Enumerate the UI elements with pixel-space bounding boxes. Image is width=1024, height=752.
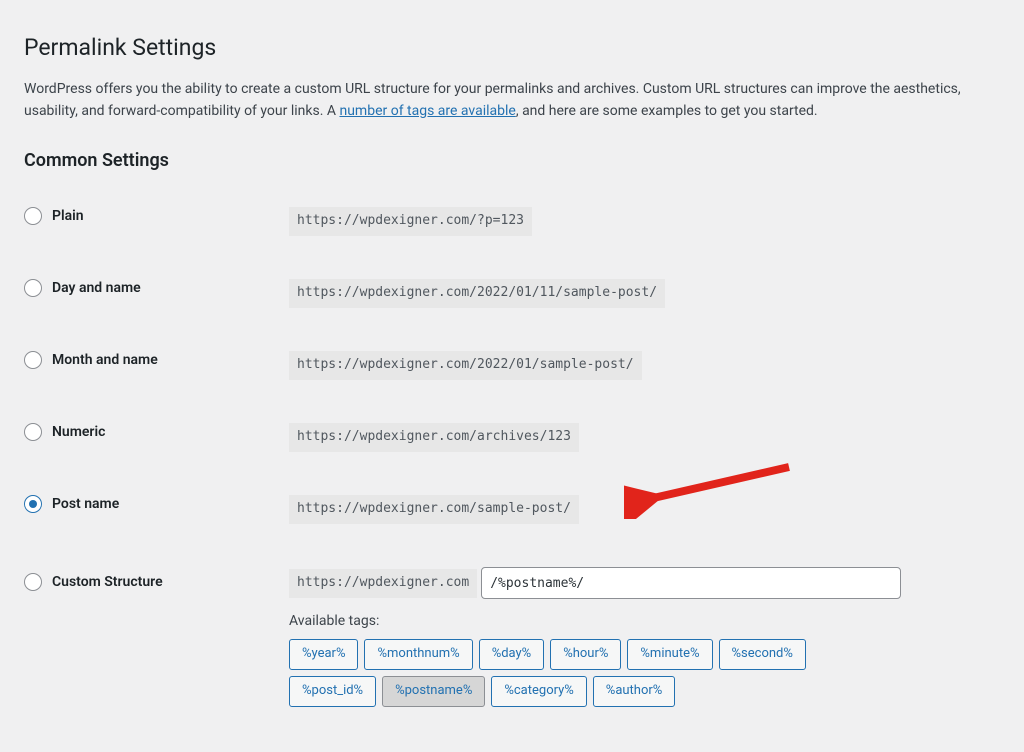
radio-custom[interactable]	[24, 573, 42, 591]
label-plain[interactable]: Plain	[52, 208, 84, 224]
custom-url-prefix: https://wpdexigner.com	[289, 569, 477, 598]
option-row-plain: Plain https://wpdexigner.com/?p=123	[24, 189, 1000, 261]
option-row-dayname: Day and name https://wpdexigner.com/2022…	[24, 261, 1000, 333]
label-dayname[interactable]: Day and name	[52, 280, 141, 296]
custom-structure-input[interactable]	[481, 567, 901, 599]
option-row-numeric: Numeric https://wpdexigner.com/archives/…	[24, 405, 1000, 477]
tag-button-year[interactable]: %year%	[289, 639, 358, 670]
tag-button-post_id[interactable]: %post_id%	[289, 676, 376, 707]
tag-button-hour[interactable]: %hour%	[550, 639, 621, 670]
label-postname[interactable]: Post name	[52, 496, 119, 512]
intro-text-after: , and here are some examples to get you …	[516, 103, 818, 119]
label-numeric[interactable]: Numeric	[52, 424, 105, 440]
radio-postname[interactable]	[24, 495, 42, 513]
common-settings-heading: Common Settings	[24, 150, 1000, 171]
tag-button-author[interactable]: %author%	[593, 676, 676, 707]
radio-numeric[interactable]	[24, 423, 42, 441]
radio-month[interactable]	[24, 351, 42, 369]
url-numeric: https://wpdexigner.com/archives/123	[289, 423, 579, 452]
label-month[interactable]: Month and name	[52, 352, 158, 368]
url-month: https://wpdexigner.com/2022/01/sample-po…	[289, 351, 642, 380]
url-plain: https://wpdexigner.com/?p=123	[289, 207, 532, 236]
tag-button-minute[interactable]: %minute%	[627, 639, 712, 670]
tag-button-monthnum[interactable]: %monthnum%	[364, 639, 472, 670]
tags-available-link[interactable]: number of tags are available	[339, 103, 515, 119]
label-custom[interactable]: Custom Structure	[52, 574, 163, 590]
option-row-postname: Post name https://wpdexigner.com/sample-…	[24, 477, 1000, 549]
radio-plain[interactable]	[24, 207, 42, 225]
tag-button-day[interactable]: %day%	[479, 639, 545, 670]
tag-button-second[interactable]: %second%	[719, 639, 806, 670]
tag-button-postname[interactable]: %postname%	[382, 676, 485, 707]
radio-dayname[interactable]	[24, 279, 42, 297]
tags-row-1: %year%%monthnum%%day%%hour%%minute%%seco…	[289, 639, 1000, 670]
option-row-custom: Custom Structure https://wpdexigner.com …	[24, 549, 1000, 731]
url-postname: https://wpdexigner.com/sample-post/	[289, 495, 579, 524]
option-row-month: Month and name https://wpdexigner.com/20…	[24, 333, 1000, 405]
tags-row-2: %post_id%%postname%%category%%author%	[289, 676, 1000, 707]
page-title: Permalink Settings	[24, 24, 1000, 67]
available-tags-label: Available tags:	[289, 613, 1000, 629]
intro-paragraph: WordPress offers you the ability to crea…	[24, 79, 1000, 122]
url-dayname: https://wpdexigner.com/2022/01/11/sample…	[289, 279, 665, 308]
tag-button-category[interactable]: %category%	[491, 676, 586, 707]
